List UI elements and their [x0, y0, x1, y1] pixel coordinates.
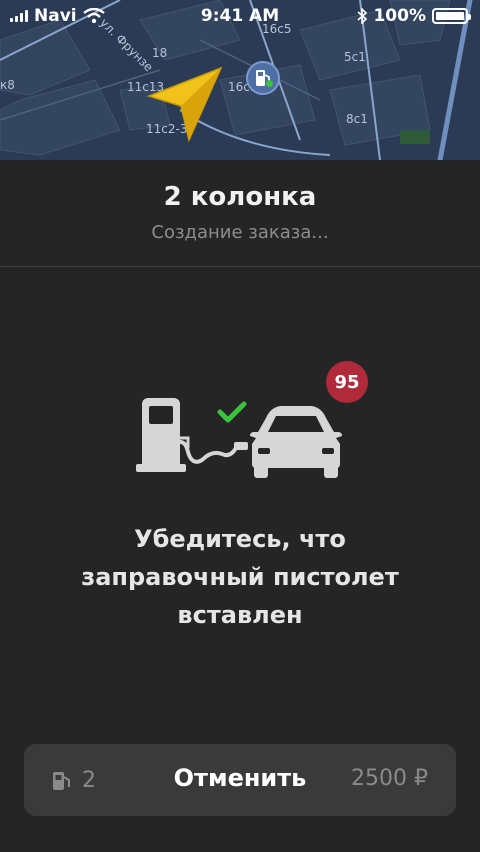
pump-title: 2 колонка	[163, 182, 317, 212]
cancel-button[interactable]: 2 Отменить 2500 ₽	[24, 744, 456, 816]
octane-badge: 95	[326, 361, 368, 403]
check-icon	[217, 401, 247, 423]
instruction-text: Убедитесь, что заправочный пистолет вста…	[81, 525, 399, 629]
order-sheet: 2 колонка Создание заказа... 95 Убедитес…	[0, 160, 480, 852]
map-building-label: 8с1	[346, 112, 368, 126]
divider	[0, 266, 480, 267]
map-building-label: к8	[0, 78, 15, 92]
map-building-label: 18	[152, 46, 168, 60]
order-status: Создание заказа...	[151, 222, 329, 243]
station-active-dot	[266, 80, 273, 87]
navigation-arrow-icon	[146, 66, 223, 142]
status-bar: Navi 9:41 AM 100%	[0, 0, 480, 32]
fuel-station-pin-icon[interactable]	[246, 61, 280, 95]
map-building-label: 5с1	[344, 50, 366, 64]
fuel-pump-icon	[136, 398, 186, 472]
battery-icon	[432, 8, 471, 24]
battery-percent: 100%	[373, 6, 426, 26]
order-price: 2500 ₽	[351, 766, 428, 791]
bluetooth-icon	[357, 8, 368, 24]
